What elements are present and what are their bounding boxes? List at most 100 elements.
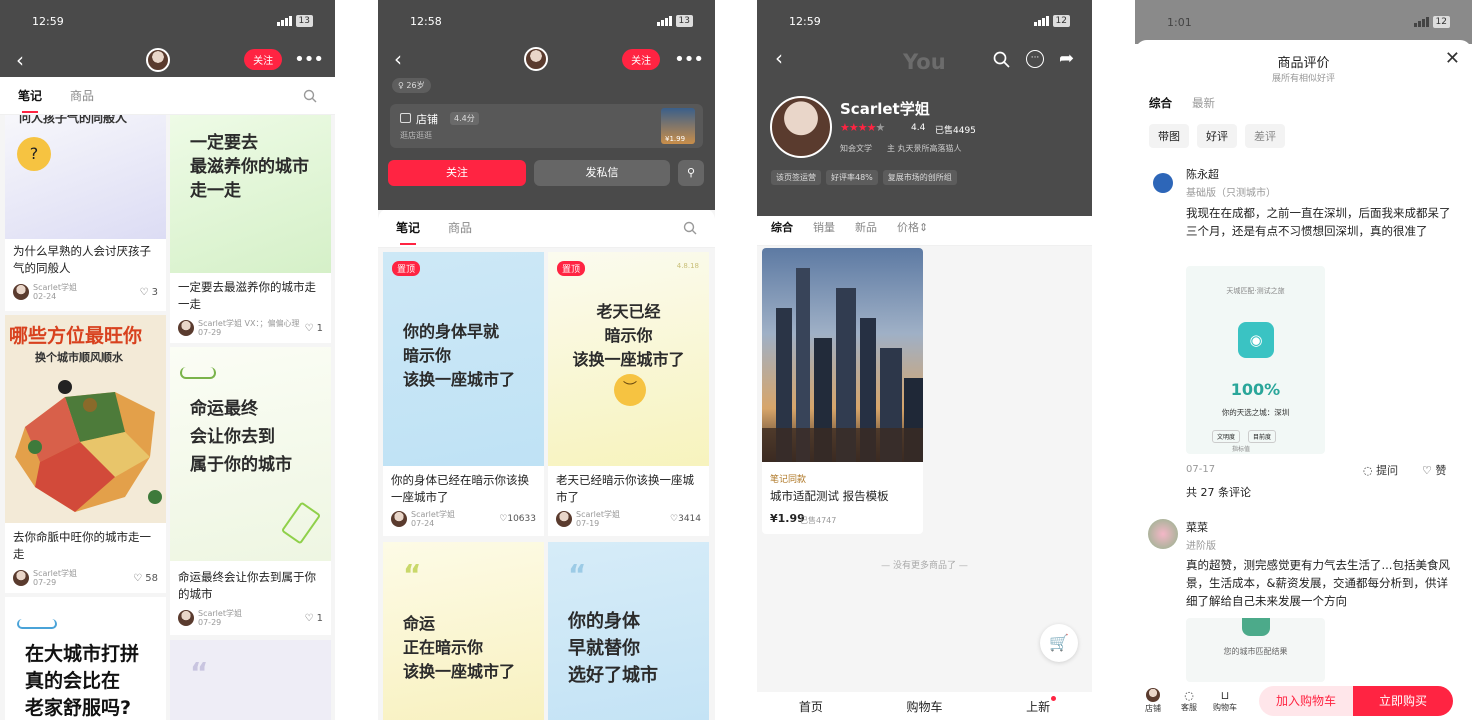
shop-entry[interactable]: 店铺 4.4分 逛店逛逛 ¥1.99 — [390, 104, 703, 148]
avatar[interactable] — [146, 47, 171, 72]
note-date: 07-29 — [33, 578, 57, 587]
sad-emoji-icon: ︶ — [614, 374, 646, 406]
like-value: 58 — [145, 572, 158, 584]
cover-line: 命运 — [403, 614, 436, 633]
battery-indicator: 12 — [1432, 16, 1450, 28]
author-name: Scarlet学姐 — [576, 510, 620, 519]
service-tab[interactable]: ◌ 客服 — [1171, 689, 1207, 713]
review-image[interactable]: 天城匹配·测试之旅 ◉ 100% 你的天选之城：深圳 文明度 目前度 指标值 — [1186, 266, 1325, 454]
note-title: 老天已经暗示你该换一座城市了 — [556, 473, 694, 504]
back-arrow-icon[interactable]: ‹ — [12, 48, 28, 72]
like-value: 1 — [316, 612, 323, 624]
follow-main-button[interactable]: 关注 — [388, 160, 526, 186]
tab-sales[interactable]: 销量 — [813, 219, 835, 235]
reviewer-name: 菜菜 — [1186, 521, 1208, 534]
rating-value: 4.4 — [911, 123, 926, 133]
filter-positive[interactable]: 好评 — [1197, 124, 1237, 148]
product-sold: 已售4747 — [800, 516, 837, 525]
tab-notes[interactable]: 笔记 — [396, 219, 420, 245]
chat-icon[interactable]: ··· — [1026, 50, 1044, 68]
note-card[interactable]: 命运最终 会让你去到 属于你的城市 命运最终会让你去到属于你的城市 Scarle… — [170, 347, 331, 635]
cart-icon: ⊔ — [1220, 689, 1230, 702]
tab-new[interactable]: 新品 — [855, 219, 877, 235]
filter-with-image[interactable]: 带图 — [1149, 124, 1189, 148]
status-time: 12:58 — [410, 14, 442, 28]
like-button[interactable]: ♡ 赞 — [1422, 462, 1446, 478]
cart-float-icon[interactable]: 🛒 — [1040, 624, 1078, 662]
note-card[interactable]: 一定要去 最滋养你的城市 走一走 一定要去最滋养你的城市走一走 Scarlet学… — [170, 115, 331, 343]
follow-button[interactable]: 关注 — [622, 48, 661, 70]
quote-icon: “ — [403, 558, 422, 591]
filter-negative[interactable]: 差评 — [1245, 124, 1285, 148]
avatar[interactable] — [524, 47, 549, 71]
tab-all[interactable]: 综合 — [1149, 95, 1172, 111]
like-count[interactable]: ♡3414 — [670, 514, 701, 524]
note-cover: 置顶 你的身体早就 暗示你 该换一座城市了 — [383, 252, 544, 466]
note-card[interactable]: “ 命运 正在暗示你 该换一座城市了 — [383, 542, 544, 720]
cover-line: 该换一座城市了 — [403, 662, 516, 681]
like-count[interactable]: ♡ 58 — [133, 573, 158, 584]
nav-home[interactable]: 首页 — [799, 698, 823, 715]
product-card[interactable]: 笔记同款 城市适配测试 报告模板 ¥1.99 已售4747 — [762, 248, 923, 534]
review-image[interactable]: 您的城市匹配结果 — [1186, 618, 1325, 682]
nav-cart[interactable]: 购物车 — [906, 698, 942, 715]
phone-profile-shop: 12:58 13 ‹ 关注 ••• ♀ 26岁 店铺 4.4分 逛店逛逛 ¥1.… — [378, 0, 715, 720]
follow-button[interactable]: 关注 — [244, 49, 283, 70]
cart-tab-label: 购物车 — [1213, 703, 1237, 712]
author-name: Scarlet学姐 — [198, 319, 242, 328]
like-value: 10633 — [507, 514, 536, 524]
buy-now-button[interactable]: 立即购买 — [1353, 686, 1453, 716]
like-count[interactable]: ♡ 1 — [304, 613, 323, 624]
user-icon[interactable]: ⚲ — [678, 160, 704, 186]
more-icon[interactable]: ••• — [674, 49, 704, 70]
signal-icon — [1033, 16, 1049, 26]
tab-products[interactable]: 商品 — [448, 219, 472, 236]
note-card[interactable]: 哪些方位最旺你 换个城市顺风顺水 去你命脈中旺你的城市走一走 Scarlet学姐… — [5, 315, 166, 593]
quote-icon: “ — [190, 656, 209, 689]
tab-price[interactable]: 价格⇕ — [897, 219, 928, 235]
battery-indicator: 13 — [675, 15, 693, 27]
tab-notes[interactable]: 笔记 — [18, 87, 42, 113]
tab-all[interactable]: 综合 — [771, 219, 793, 235]
tab-latest[interactable]: 最新 — [1192, 95, 1215, 111]
back-arrow-icon[interactable]: ‹ — [775, 46, 783, 70]
more-icon[interactable]: ••• — [294, 49, 324, 70]
reviewer-avatar — [1148, 519, 1178, 549]
review-text: 我现在在成都，之前一直在深圳，后面我来成都呆了三个月，还是有点不习惯想回深圳，真… — [1186, 206, 1451, 238]
search-icon[interactable] — [683, 221, 697, 235]
cart-tab[interactable]: ⊔ 购物车 — [1207, 689, 1243, 713]
location-pin-icon: ◉ — [1238, 322, 1274, 358]
cover-line: 命运最终 — [190, 399, 258, 419]
like-count[interactable]: ♡10633 — [499, 514, 536, 524]
note-card[interactable]: 在大城市打拼 真的会比在 老家舒服吗? — [5, 597, 166, 720]
tab-bar: 笔记 商品 — [378, 208, 715, 248]
shop-name: Scarlet学姐 — [840, 100, 930, 118]
share-icon[interactable]: ➦ — [1059, 48, 1074, 69]
nav-new[interactable]: 上新 — [1026, 695, 1057, 715]
ask-button[interactable]: ◌ 提问 — [1363, 462, 1398, 478]
note-card[interactable]: “ 你的身体 早就替你 选好了城市 — [548, 542, 709, 720]
shop-tab[interactable]: 店铺 — [1135, 688, 1171, 714]
like-count[interactable]: ♡ 1 — [304, 323, 323, 334]
note-card[interactable]: 置顶 你的身体早就 暗示你 该换一座城市了 你的身体已经在暗示你该换一座城市了 … — [383, 252, 544, 536]
cover-line: 真的会比在 — [25, 670, 121, 692]
header-dark: 12:58 13 ‹ 关注 ••• ♀ 26岁 店铺 4.4分 逛店逛逛 ¥1.… — [378, 0, 715, 210]
product-title: 城市适配测试 报告模板 — [770, 489, 889, 503]
cover-line: 你的身体早就 — [403, 322, 500, 341]
search-icon[interactable] — [993, 51, 1010, 68]
like-count[interactable]: ♡ 3 — [139, 287, 158, 298]
like-label: 赞 — [1435, 464, 1447, 477]
note-card[interactable]: 置顶 4.8.18 老天已经 暗示你 该换一座城市了 ︶ 老天已经暗示你该换一座… — [548, 252, 709, 536]
back-arrow-icon[interactable]: ‹ — [390, 47, 406, 71]
note-card[interactable]: “ — [170, 640, 331, 720]
close-icon[interactable]: ✕ — [1445, 48, 1460, 69]
note-card[interactable]: 问人孩子气的同般人 ? 为什么早熟的人会讨厌孩子气的同般人 Scarlet学姐 0… — [5, 115, 166, 311]
battery-indicator: 12 — [1052, 15, 1070, 27]
author-name: Scarlet学姐 — [411, 510, 455, 519]
message-button[interactable]: 发私信 — [534, 160, 670, 186]
search-icon[interactable] — [303, 89, 317, 103]
skyline-illustration — [762, 268, 923, 462]
add-to-cart-button[interactable]: 加入购物车 — [1259, 686, 1353, 716]
img-percent: 100% — [1230, 380, 1281, 399]
tab-products[interactable]: 商品 — [70, 87, 94, 104]
